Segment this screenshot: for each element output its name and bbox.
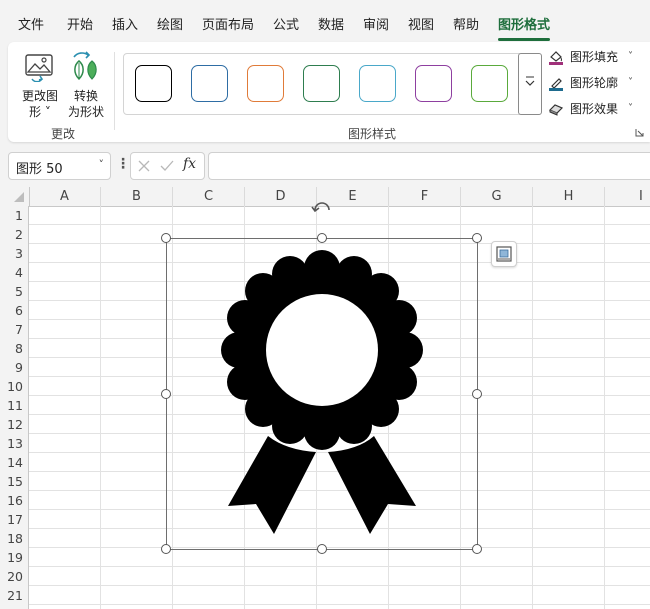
row-headers: 1 2 3 4 5 6 7 8 9 10 11 12 13 14 15 16 1… xyxy=(0,206,29,609)
ribbon-left xyxy=(228,436,316,534)
tab-file[interactable]: 文件 xyxy=(18,18,44,34)
convert-to-shape-button[interactable]: 转换 为形状 xyxy=(66,50,106,119)
row-header-19[interactable]: 19 xyxy=(0,548,28,567)
row-header-4[interactable]: 4 xyxy=(0,263,28,282)
column-header-h[interactable]: H xyxy=(533,187,605,206)
tab-formulas[interactable]: 公式 xyxy=(273,18,299,34)
column-header-g[interactable]: G xyxy=(461,187,533,206)
change-graphic-button[interactable]: 更改图 形 ˅ xyxy=(18,50,62,119)
layout-options-button[interactable] xyxy=(491,241,517,267)
formula-buttons: fx xyxy=(130,152,205,180)
graphic-effects-label: 图形效果 xyxy=(570,102,619,116)
change-graphic-icon xyxy=(25,54,53,82)
ribbon: 更改图 形 ˅ 转换 为形状 更改 图形样式 图形填充 ˅ 图形轮廓 ˅ 图形效… xyxy=(8,42,650,142)
resize-handle-bottom[interactable] xyxy=(317,544,327,554)
resize-handle-bottom-right[interactable] xyxy=(472,544,482,554)
convert-label-1: 转换 xyxy=(73,89,98,103)
row-header-12[interactable]: 12 xyxy=(0,415,28,434)
fill-bucket-icon xyxy=(549,51,563,65)
ribbon-right xyxy=(328,436,416,534)
row-header-14[interactable]: 14 xyxy=(0,453,28,472)
ribbon-separator xyxy=(114,52,115,130)
cancel-icon[interactable] xyxy=(137,159,151,173)
row-header-1[interactable]: 1 xyxy=(0,206,28,225)
row-header-20[interactable]: 20 xyxy=(0,567,28,586)
name-box[interactable]: 图形 50 ˅ xyxy=(8,152,111,180)
row-header-11[interactable]: 11 xyxy=(0,396,28,415)
layout-options-icon xyxy=(496,246,512,262)
menu-bar: 文件 开始 插入 绘图 页面布局 公式 数据 审阅 视图 帮助 图形格式 xyxy=(0,0,650,41)
change-graphic-label-2: 形 ˅ xyxy=(29,105,51,119)
row-header-3[interactable]: 3 xyxy=(0,244,28,263)
row-header-2[interactable]: 2 xyxy=(0,225,28,244)
row-header-17[interactable]: 17 xyxy=(0,510,28,529)
style-swatch-darkgreen[interactable] xyxy=(303,65,340,102)
tab-page-layout[interactable]: 页面布局 xyxy=(202,18,254,34)
select-all-button[interactable] xyxy=(0,187,30,206)
row-header-21[interactable]: 21 xyxy=(0,586,28,605)
convert-label-2: 为形状 xyxy=(67,105,104,119)
row-header-5[interactable]: 5 xyxy=(0,282,28,301)
graphic-outline-label: 图形轮廓 xyxy=(570,76,619,90)
style-swatch-lightblue[interactable] xyxy=(359,65,396,102)
row-header-10[interactable]: 10 xyxy=(0,377,28,396)
row-header-8[interactable]: 8 xyxy=(0,339,28,358)
tab-draw[interactable]: 绘图 xyxy=(157,18,183,34)
group-label-change: 更改 xyxy=(51,127,76,141)
rotate-handle-icon[interactable] xyxy=(311,196,333,214)
row-header-6[interactable]: 6 xyxy=(0,301,28,320)
resize-handle-top-right[interactable] xyxy=(472,233,482,243)
tab-view[interactable]: 视图 xyxy=(408,18,434,34)
style-swatch-orange[interactable] xyxy=(247,65,284,102)
resize-handle-bottom-left[interactable] xyxy=(161,544,171,554)
row-header-15[interactable]: 15 xyxy=(0,472,28,491)
resize-handle-top-left[interactable] xyxy=(161,233,171,243)
column-header-a[interactable]: A xyxy=(29,187,101,206)
resize-handle-left[interactable] xyxy=(161,389,171,399)
chevron-down-icon: ˅ xyxy=(628,51,633,62)
chevron-down-icon: ˅ xyxy=(628,103,633,114)
row-header-7[interactable]: 7 xyxy=(0,320,28,339)
row-header-9[interactable]: 9 xyxy=(0,358,28,377)
change-graphic-label-1: 更改图 xyxy=(21,89,58,103)
style-swatch-green[interactable] xyxy=(471,65,508,102)
column-header-i[interactable]: I xyxy=(605,187,650,206)
effects-icon xyxy=(548,104,564,116)
column-header-b[interactable]: B xyxy=(101,187,173,206)
tab-home[interactable]: 开始 xyxy=(67,18,93,34)
chevron-down-icon: ˅ xyxy=(98,158,105,171)
enter-check-icon[interactable] xyxy=(159,159,175,173)
tab-help[interactable]: 帮助 xyxy=(453,18,479,34)
tab-graphics-format[interactable]: 图形格式 xyxy=(498,18,551,41)
tab-data[interactable]: 数据 xyxy=(318,18,344,34)
award-ribbon-graphic[interactable] xyxy=(166,238,478,550)
resize-handle-right[interactable] xyxy=(472,389,482,399)
tab-review[interactable]: 审阅 xyxy=(363,18,389,34)
insert-function-button[interactable]: fx xyxy=(183,156,196,172)
column-header-f[interactable]: F xyxy=(389,187,461,206)
chevron-down-icon: ˅ xyxy=(628,77,633,88)
graphic-fill-label: 图形填充 xyxy=(570,50,619,64)
more-options-icon[interactable]: ⋮ xyxy=(116,156,130,172)
group-label-graphic-styles: 图形样式 xyxy=(348,127,397,141)
row-header-16[interactable]: 16 xyxy=(0,491,28,510)
formula-input[interactable] xyxy=(208,152,650,180)
pen-outline-icon xyxy=(549,78,563,91)
tab-insert[interactable]: 插入 xyxy=(112,18,138,34)
graphic-styles-gallery xyxy=(123,53,523,115)
dialog-launcher-icon[interactable] xyxy=(635,128,644,137)
gallery-more-button[interactable] xyxy=(518,53,542,115)
name-box-value: 图形 50 xyxy=(16,162,63,177)
row-header-13[interactable]: 13 xyxy=(0,434,28,453)
rosette-center xyxy=(266,294,378,406)
row-header-18[interactable]: 18 xyxy=(0,529,28,548)
style-swatch-purple[interactable] xyxy=(415,65,452,102)
more-styles-icon xyxy=(525,76,535,86)
convert-to-shape-icon xyxy=(73,51,97,81)
style-swatch-blue[interactable] xyxy=(191,65,228,102)
column-header-d[interactable]: D xyxy=(245,187,317,206)
column-header-c[interactable]: C xyxy=(173,187,245,206)
resize-handle-top[interactable] xyxy=(317,233,327,243)
style-swatch-black[interactable] xyxy=(135,65,172,102)
